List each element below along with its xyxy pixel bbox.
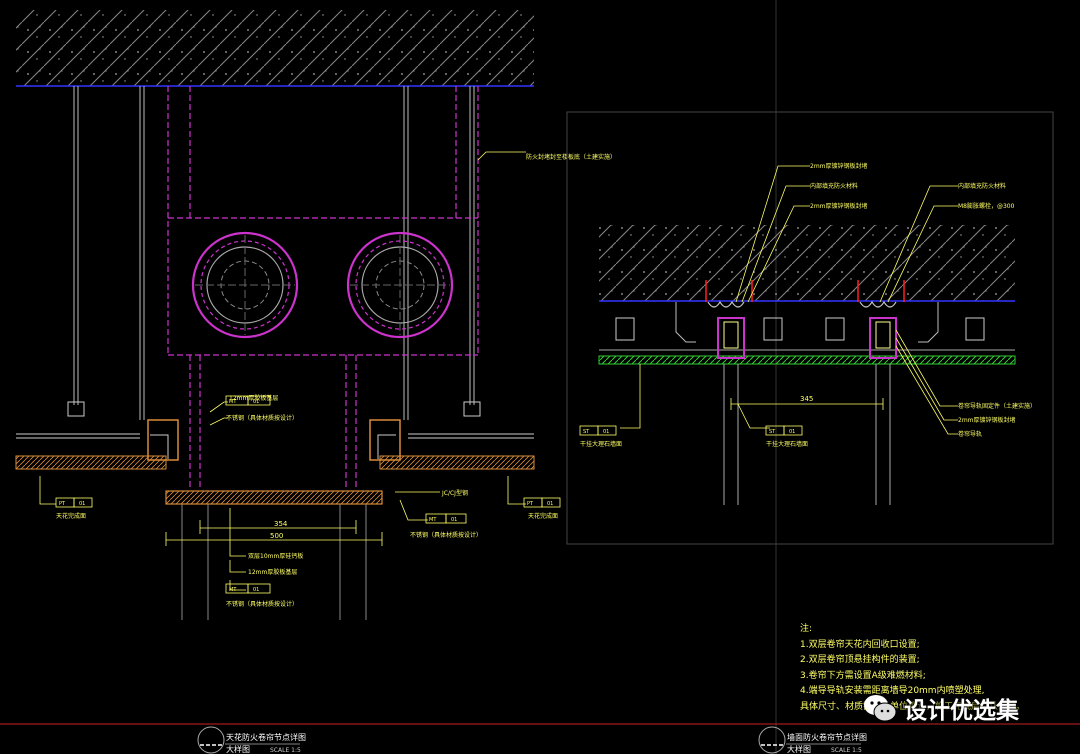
tag-pt01-right-num: 01 (547, 501, 553, 507)
hanger-rods-left (73, 86, 475, 420)
title-right-name: 墙面防火卷帘节点详图 (787, 732, 867, 742)
tag-mt01-right-num: 01 (451, 517, 457, 523)
title-bar: 天花防火卷帘节点详图 大样图 SCALE 1:5 墙面防火卷帘节点详图 大样图 … (0, 723, 1080, 754)
left-detail-drawing: 354 500 防火封堵封至楼板底（土建实施） 12mm厚胶板基层 MT 01 … (15, 10, 616, 620)
callout-track: 卷帘导轨 (958, 430, 982, 438)
title-block-left: 天花防火卷帘节点详图 大样图 SCALE 1:5 (197, 726, 306, 754)
callout-steel-b: 2mm厚镀锌钢板封堵 (810, 202, 868, 210)
tag-pt01-left-num: 01 (79, 501, 85, 507)
callout-bolt: M8膨胀螺栓，@300 (958, 202, 1015, 210)
callout-steel-c: 2mm厚镀锌钢板封堵 (958, 416, 1016, 424)
notes-line-2: 2.双层卷帘顶悬挂构件的装置; (800, 655, 920, 665)
tag-st01-left-code: ST (583, 429, 590, 435)
tag-pt01-left-code: PT (59, 501, 66, 507)
wechat-logo-icon (864, 695, 897, 722)
concrete-slab-right (599, 225, 1015, 301)
dim-500: 500 (270, 532, 283, 540)
callout-steel-a: 2mm厚镀锌钢板封堵 (810, 162, 868, 170)
callout-fire-fill-a: 内部填充防火材料 (810, 182, 858, 190)
callout-fire-seal: 防火封堵封至楼板底（土建实施） (526, 153, 616, 161)
tag-st01-left-num: 01 (603, 429, 609, 435)
callout-jc: JC/CJ型钢 (441, 489, 468, 497)
notes-line-3: 3.卷帘下方需设置A级难燃材料; (800, 670, 926, 681)
watermark-text: 设计优选集 (904, 698, 1019, 724)
tag-mt01-bottom-num: 01 (253, 587, 259, 593)
roller-box-outline (167, 86, 479, 490)
callout-stainless-bottom: 不锈钢（具体材质按设计） (226, 600, 298, 608)
title-left-name: 天花防火卷帘节点详图 (226, 732, 306, 742)
tag-mt01-right-code: MT (429, 517, 437, 523)
watermark: 设计优选集 (862, 688, 1019, 728)
title-right-scale: SCALE 1:5 (831, 747, 862, 754)
title-left-sub: 大样图 (226, 744, 250, 754)
callout-double-board: 双层10mm厚硅钙板 (248, 552, 303, 560)
ceiling-panels-left (15, 419, 535, 470)
callout-ceiling-left: 天花完成面 (56, 512, 86, 520)
tag-mt01-top-code: MT (229, 399, 237, 405)
callout-stone-right: 干挂大理石墙面 (766, 440, 808, 448)
notes-line-1: 1.双层卷帘天花内回收口设置; (800, 639, 920, 650)
right-detail-drawing: 345 2mm厚镀锌钢板封堵 内部填充防火材料 2mm厚镀锌钢板封堵 内部填充防… (566, 111, 1054, 545)
callout-plywood-b: 12mm厚胶板基层 (248, 568, 297, 576)
tag-pt01-right-code: PT (527, 501, 534, 507)
callout-fire-fill-b: 内部填充防火材料 (958, 182, 1006, 190)
dim-354: 354 (274, 520, 288, 528)
callout-stainless-right: 不锈钢（具体材质按设计） (410, 531, 482, 539)
title-block-right: 墙面防火卷帘节点详图 大样图 SCALE 1:5 (758, 726, 867, 754)
rail-guides-down (723, 364, 891, 505)
hanger-clips-right (599, 302, 1015, 351)
right-frame (566, 111, 1054, 545)
title-left-scale: SCALE 1:5 (270, 747, 301, 754)
callout-stainless-top: 不锈钢（具体材质按设计） (226, 414, 298, 422)
stone-finish-line (598, 355, 1016, 365)
dim-345: 345 (800, 395, 813, 403)
tag-mt01-bottom-code: MT (229, 587, 237, 593)
tag-st01-right-num: 01 (789, 429, 795, 435)
roller-drum-left (191, 231, 299, 339)
title-right-sub: 大样图 (787, 744, 811, 754)
concrete-slab-left (16, 10, 534, 86)
tag-mt01-top-num: 01 (253, 399, 259, 405)
roller-drum-right (346, 231, 454, 339)
callout-track-install: 卷帘导轨固定件（土建实施） (958, 402, 1036, 410)
callout-stone-left: 干挂大理石墙面 (580, 440, 622, 448)
notes-heading: 注: (800, 624, 813, 634)
tag-st01-right-code: ST (769, 429, 776, 435)
bottom-seal-plate (165, 490, 383, 505)
callout-ceiling-right: 天花完成面 (528, 512, 558, 520)
